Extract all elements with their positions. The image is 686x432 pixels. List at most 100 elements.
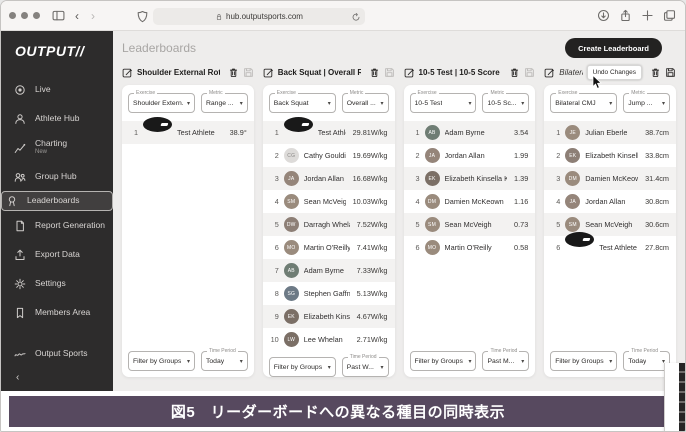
sidebar-item-live[interactable]: Live	[1, 75, 113, 104]
close-window-icon[interactable]	[9, 12, 16, 19]
sidebar-item-settings[interactable]: Settings	[1, 269, 113, 298]
time-period-select[interactable]: Time Period Past M... ▾	[482, 351, 529, 371]
page-title: Leaderboards	[122, 41, 196, 55]
result-value: 7.33W/kg	[355, 266, 388, 275]
filter-by-groups-select[interactable]: Filter by Groups ▾	[128, 351, 195, 371]
minimize-window-icon[interactable]	[21, 12, 28, 19]
url-text: hub.outputsports.com	[226, 12, 303, 21]
athlete-name: Elizabeth Kinsella ...	[304, 312, 350, 321]
privacy-shield-icon[interactable]	[136, 10, 149, 23]
exercise-select[interactable]: Exercise Back Squat ▾	[269, 93, 336, 113]
save-leaderboard-icon[interactable]	[243, 67, 254, 78]
sidebar-item-export-data[interactable]: Export Data	[1, 240, 113, 269]
athlete-name: Darragh Whelan	[304, 220, 350, 229]
sidebar-item-charting[interactable]: ChartingNew	[1, 133, 113, 162]
time-period-select[interactable]: Time Period Past W... ▾	[342, 357, 389, 377]
edit-leaderboard-icon[interactable]	[544, 67, 555, 78]
sidebar-item-athlete-hub[interactable]: Athlete Hub	[1, 104, 113, 133]
address-bar[interactable]: hub.outputsports.com	[153, 8, 365, 25]
save-leaderboard-icon[interactable]	[384, 67, 395, 78]
delete-leaderboard-icon[interactable]	[228, 67, 239, 78]
leaderboard-row: 3 EK Elizabeth Kinsella Kent 1.39	[404, 167, 536, 190]
sidebar-nav: Live Athlete Hub ChartingNew Group Hub L…	[1, 75, 113, 327]
forward-icon[interactable]: ›	[91, 10, 95, 22]
output-sports-icon	[14, 348, 26, 360]
metric-select[interactable]: Metric 10-5 Sc... ▾	[482, 93, 529, 113]
metric-select[interactable]: Metric Range ... ▾	[201, 93, 248, 113]
result-value: 1.16	[512, 197, 528, 206]
result-value: 33.8cm	[643, 151, 669, 160]
rank-number: 1	[411, 128, 420, 137]
rank-number: 3	[551, 174, 560, 183]
athlete-name: Adam Byrne	[304, 266, 344, 275]
result-value: 16.68W/kg	[351, 174, 388, 183]
athlete-avatar	[143, 117, 172, 132]
athlete-avatar: EK	[425, 171, 440, 186]
filter-by-groups-select[interactable]: Filter by Groups ▾	[550, 351, 617, 371]
leaderboard-title: 10-5 Test | 10-5 Score	[419, 68, 500, 77]
sidebar-toggle-icon[interactable]	[52, 9, 65, 22]
leaderboard-column-2: Back Squat | Overall Rel Exercise Back S…	[263, 65, 395, 377]
window-controls[interactable]	[9, 12, 40, 19]
edit-leaderboard-icon[interactable]	[404, 67, 415, 78]
filter-by-groups-select[interactable]: Filter by Groups ▾	[269, 357, 336, 377]
delete-leaderboard-icon[interactable]	[509, 67, 520, 78]
leaderboard-title: Shoulder External Rotat	[137, 68, 220, 77]
time-period-select[interactable]: Time Period Today ▾	[201, 351, 248, 371]
save-leaderboard-icon[interactable]	[665, 67, 676, 78]
leaderboard-row: 5 SM Sean McVeigh 0.73	[404, 213, 536, 236]
sidebar-item-group-hub[interactable]: Group Hub	[1, 162, 113, 191]
leaderboard-card: Exercise Bilateral CMJ ▾ Metric Jump ...…	[544, 85, 676, 377]
metric-select[interactable]: Metric Overall ... ▾	[342, 93, 389, 113]
leaderboard-row: 4 SM Sean McVeigh 10.03W/kg	[263, 190, 395, 213]
rank-number: 1	[551, 128, 560, 137]
create-leaderboard-button[interactable]: Create Leaderboard	[565, 38, 662, 58]
sidebar-item-leaderboards[interactable]: Leaderboards	[1, 191, 113, 211]
back-icon[interactable]: ‹	[75, 10, 79, 22]
sidebar-item-report-generation[interactable]: Report Generation	[1, 211, 113, 240]
rank-number: 8	[270, 289, 279, 298]
share-icon[interactable]	[619, 9, 632, 22]
athlete-avatar: DW	[284, 217, 299, 232]
exercise-select[interactable]: Exercise 10-5 Test ▾	[410, 93, 477, 113]
result-value: 4.67W/kg	[355, 312, 388, 321]
leaderboard-rows: 1 AB Adam Byrne 3.54 2 JA Jordan Allan 1…	[404, 119, 536, 259]
downloads-icon[interactable]	[597, 9, 610, 22]
edit-leaderboard-icon[interactable]	[122, 67, 133, 78]
athlete-avatar: SG	[284, 286, 299, 301]
exercise-select[interactable]: Exercise Shoulder Extern... ▾	[128, 93, 195, 113]
leaderboard-row: 2 CG Cathy Goulding 19.69W/kg	[263, 144, 395, 167]
sidebar-item-members-area[interactable]: Members Area	[1, 298, 113, 327]
reload-icon[interactable]	[351, 12, 361, 22]
new-tab-icon[interactable]	[641, 9, 654, 22]
result-value: 38.7cm	[643, 128, 669, 137]
rank-number: 2	[551, 151, 560, 160]
time-period-select[interactable]: Time Period Today ▾	[623, 351, 670, 371]
chevron-down-icon: ▾	[606, 358, 612, 365]
chevron-down-icon: ▾	[184, 358, 190, 365]
athlete-name: Cathy Goulding	[304, 151, 346, 160]
metric-select[interactable]: Metric Jump ... ▾	[623, 93, 670, 113]
rank-number: 4	[270, 197, 279, 206]
sidebar-item-output-sports[interactable]: Output Sports	[1, 339, 113, 368]
undo-changes-button[interactable]: Undo Changes	[587, 65, 642, 80]
save-leaderboard-icon[interactable]	[524, 67, 535, 78]
athlete-name: Jordan Allan	[304, 174, 344, 183]
collapse-sidebar-button[interactable]: ‹	[1, 368, 113, 383]
athlete-name: Stephen Gaffney	[304, 289, 350, 298]
athlete-avatar: EK	[565, 148, 580, 163]
exercise-select[interactable]: Exercise Bilateral CMJ ▾	[550, 93, 617, 113]
leaderboard-row: 5 SM Sean McVeigh 30.6cm	[544, 213, 676, 236]
tab-overview-icon[interactable]	[663, 9, 676, 22]
result-value: 38.9°	[228, 128, 247, 137]
filter-by-groups-select[interactable]: Filter by Groups ▾	[410, 351, 477, 371]
result-value: 0.58	[512, 243, 528, 252]
members-area-icon	[14, 307, 26, 319]
delete-leaderboard-icon[interactable]	[650, 67, 661, 78]
athlete-avatar: MO	[284, 240, 299, 255]
zoom-window-icon[interactable]	[33, 12, 40, 19]
athlete-avatar: DM	[565, 171, 580, 186]
delete-leaderboard-icon[interactable]	[369, 67, 380, 78]
edit-leaderboard-icon[interactable]	[263, 67, 274, 78]
rank-number: 10	[270, 335, 279, 344]
